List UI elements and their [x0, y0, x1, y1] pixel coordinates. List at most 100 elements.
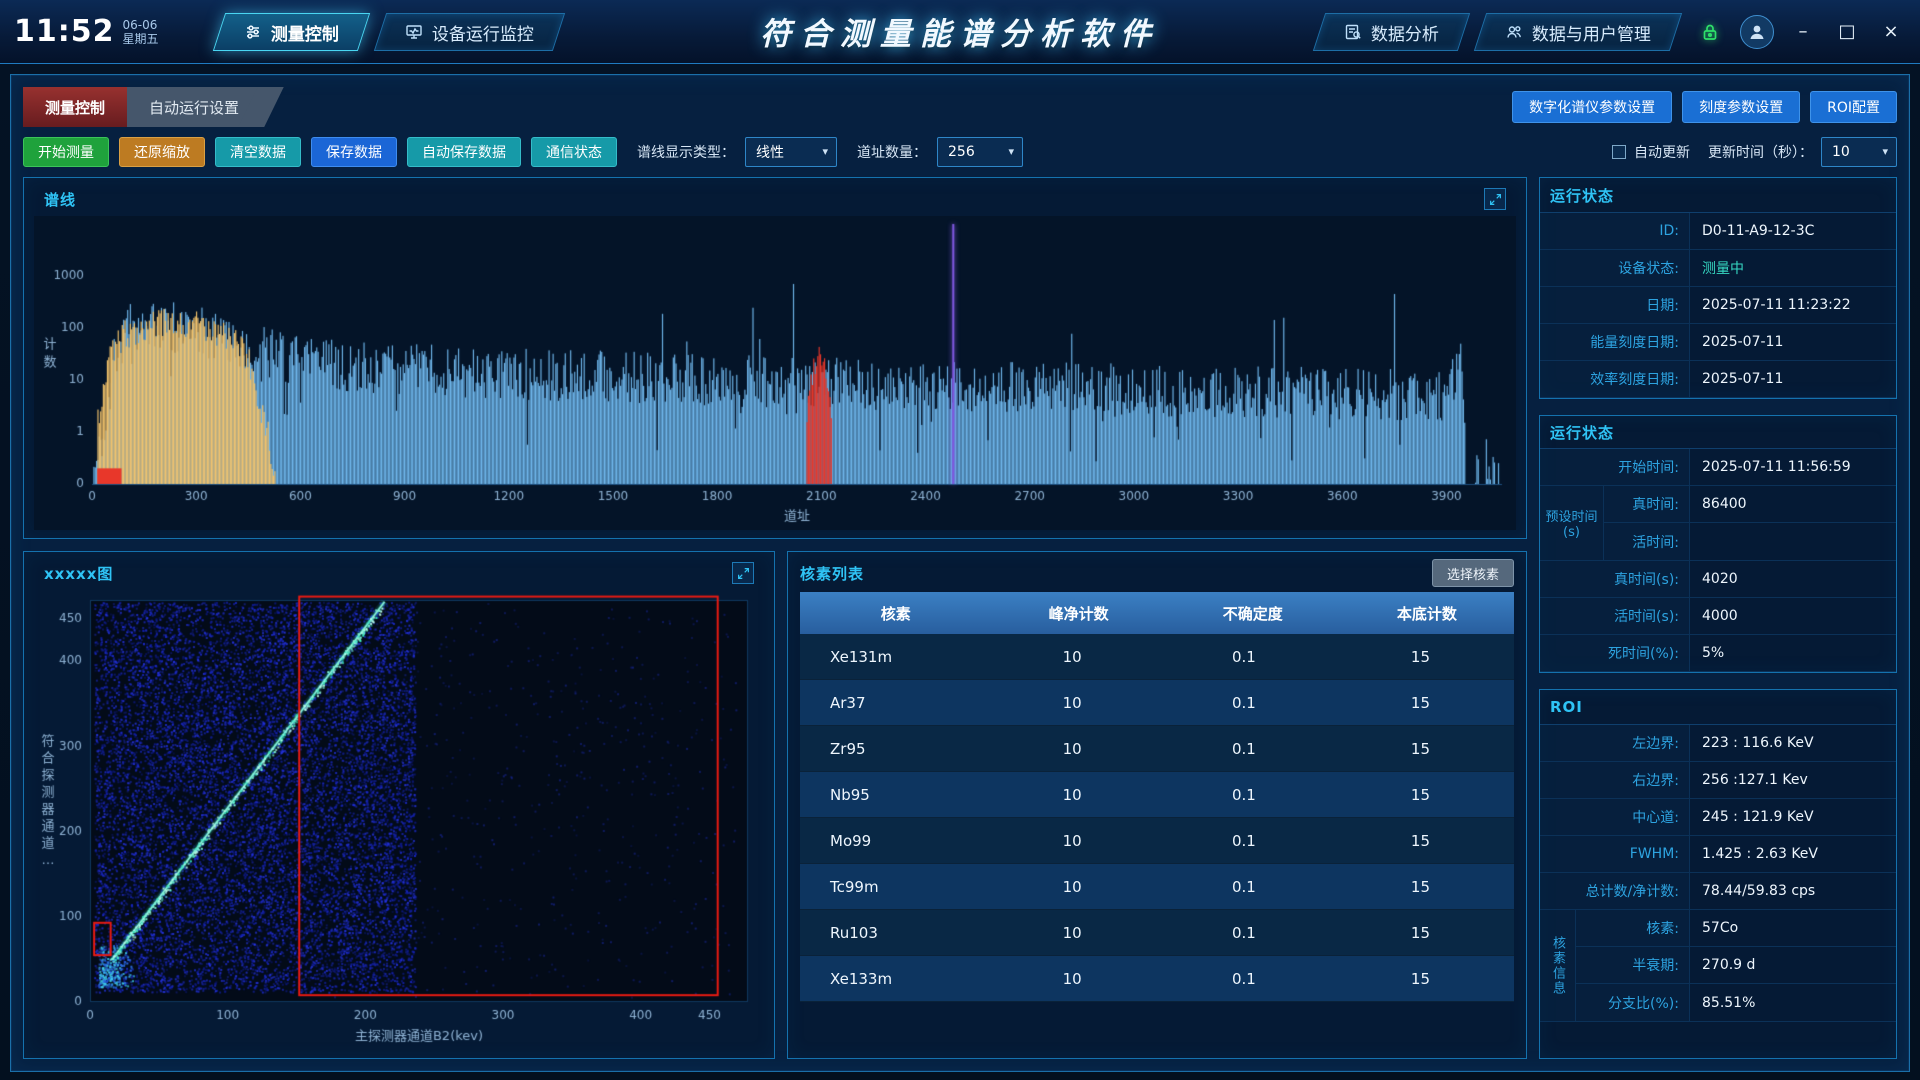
info-row: 活时间(s):4000 [1540, 598, 1896, 635]
nuclide-name: Zr95 [800, 726, 992, 771]
info-value: 85.51% [1690, 984, 1896, 1021]
nav-user-management[interactable]: 数据与用户管理 [1474, 13, 1682, 51]
display-type-label: 谱线显示类型： [637, 142, 735, 162]
coincidence-scatter-chart[interactable] [34, 590, 764, 1050]
info-row: 活时间: [1604, 523, 1896, 560]
info-label: 开始时间: [1540, 449, 1690, 485]
nav-data-analysis[interactable]: 数据分析 [1313, 13, 1470, 51]
auto-update-checkbox[interactable] [1612, 145, 1626, 159]
chevron-down-icon: ▾ [822, 145, 828, 158]
info-label: ID: [1540, 213, 1690, 249]
preset-time-group: 预设时间(s)真时间:86400活时间: [1540, 486, 1896, 561]
comm-status-button[interactable]: 通信状态 [531, 137, 617, 167]
expand-icon [1489, 193, 1502, 206]
nuclide-value: 15 [1340, 864, 1514, 909]
column-header: 不确定度 [1166, 592, 1340, 634]
info-label: 分支比(%): [1576, 984, 1690, 1021]
scatter-expand-button[interactable] [732, 562, 754, 584]
nav-device-monitor[interactable]: 设备运行监控 [373, 13, 564, 51]
roi-config-button[interactable]: ROI配置 [1810, 91, 1897, 123]
nuclide-name: Tc99m [800, 864, 992, 909]
connection-status-button[interactable] [1694, 17, 1726, 47]
nuclide-value: 0.1 [1166, 726, 1340, 771]
nuclide-value: 15 [1340, 956, 1514, 1001]
info-value: 57Co [1690, 910, 1896, 946]
nuclide-row[interactable]: Xe133m100.115 [800, 956, 1514, 1002]
spectrum-expand-button[interactable] [1484, 188, 1506, 210]
device-status-panel: 运行状态 ID:D0-11-A9-12-3C设备状态:测量中日期:2025-07… [1539, 177, 1897, 399]
info-label: 真时间: [1604, 486, 1690, 522]
tab-measure-control[interactable]: 测量控制 [23, 87, 127, 127]
info-value: 1.425 : 2.63 KeV [1690, 836, 1896, 872]
roi-rows: 左边界:223 : 116.6 KeV右边界:256 :127.1 Kev中心道… [1540, 724, 1896, 1022]
info-value: 2025-07-11 11:23:22 [1690, 287, 1896, 323]
chevron-down-icon: ▾ [1882, 145, 1888, 158]
info-label: 效率刻度日期: [1540, 361, 1690, 397]
chevron-down-icon: ▾ [1008, 145, 1014, 158]
nuclide-row[interactable]: Nb95100.115 [800, 772, 1514, 818]
info-label: 左边界: [1540, 725, 1690, 761]
update-interval-select[interactable]: 10 ▾ [1821, 137, 1897, 167]
maximize-button[interactable]: □ [1832, 17, 1862, 47]
nuclide-row[interactable]: Tc99m100.115 [800, 864, 1514, 910]
close-button[interactable]: × [1876, 17, 1906, 47]
info-row: 能量刻度日期:2025-07-11 [1540, 324, 1896, 361]
info-row: 分支比(%):85.51% [1576, 984, 1896, 1021]
nuclide-row[interactable]: Zr95100.115 [800, 726, 1514, 772]
update-interval-label: 更新时间（秒）： [1708, 142, 1813, 162]
channel-count-label: 道址数量： [857, 142, 927, 162]
measure-control-icon [244, 23, 262, 41]
info-label: 日期: [1540, 287, 1690, 323]
select-nuclide-button[interactable]: 选择核素 [1432, 559, 1514, 587]
info-label: 死时间(%): [1540, 635, 1690, 671]
channel-count-select[interactable]: 256 ▾ [937, 137, 1023, 167]
nuclide-value: 10 [992, 726, 1166, 771]
users-icon [1505, 23, 1523, 41]
nuclide-value: 0.1 [1166, 634, 1340, 679]
nuclide-info-group: 核素信息核素:57Co半衰期:270.9 d分支比(%):85.51% [1540, 910, 1896, 1022]
info-row: 真时间(s):4020 [1540, 561, 1896, 598]
calibration-params-button[interactable]: 刻度参数设置 [1682, 91, 1800, 123]
user-avatar-button[interactable] [1740, 15, 1774, 49]
tab-auto-run-settings[interactable]: 自动运行设置 [127, 87, 261, 127]
weekday-display: 星期五 [123, 32, 159, 46]
reset-zoom-button[interactable]: 还原缩放 [119, 137, 205, 167]
info-value: 245 : 121.9 KeV [1690, 799, 1896, 835]
nuclide-value: 15 [1340, 772, 1514, 817]
nuclide-table-body: Xe131m100.115Ar37100.115Zr95100.115Nb951… [800, 634, 1514, 1002]
info-label: 活时间(s): [1540, 598, 1690, 634]
nuclide-row[interactable]: Ru103100.115 [800, 910, 1514, 956]
info-row: ID:D0-11-A9-12-3C [1540, 213, 1896, 250]
nav-measure-control[interactable]: 测量控制 [212, 13, 369, 51]
nuclide-table: 核素峰净计数不确定度本底计数 Xe131m100.115Ar37100.115Z… [800, 592, 1514, 1048]
clear-data-button[interactable]: 清空数据 [215, 137, 301, 167]
minimize-button[interactable]: – [1788, 17, 1818, 47]
toolbar: 开始测量 还原缩放 清空数据 保存数据 自动保存数据 通信状态 谱线显示类型： … [23, 135, 1897, 169]
data-analysis-icon [1344, 23, 1362, 41]
nuclide-row[interactable]: Xe131m100.115 [800, 634, 1514, 680]
nuclide-row[interactable]: Ar37100.115 [800, 680, 1514, 726]
info-label: 真时间(s): [1540, 561, 1690, 597]
info-value: 2025-07-11 [1690, 324, 1896, 360]
auto-save-button[interactable]: 自动保存数据 [407, 137, 521, 167]
info-value: 测量中 [1690, 250, 1896, 286]
app-title: 符合测量能谱分析软件 [760, 8, 1160, 53]
info-label: 能量刻度日期: [1540, 324, 1690, 360]
timing-panel-title: 运行状态 [1550, 422, 1614, 443]
start-measure-button[interactable]: 开始测量 [23, 137, 109, 167]
nuclide-list-panel: 核素列表 选择核素 核素峰净计数不确定度本底计数 Xe131m100.115Ar… [787, 551, 1527, 1059]
info-label: 设备状态: [1540, 250, 1690, 286]
nuclide-row[interactable]: Mo99100.115 [800, 818, 1514, 864]
info-value: 78.44/59.83 cps [1690, 873, 1896, 909]
header: 11:52 06-06 星期五 测量控制 设备运行监控 符合测量能谱分析软件 数 [0, 0, 1920, 64]
info-label: 核素: [1576, 910, 1690, 946]
info-row: 中心道:245 : 121.9 KeV [1540, 799, 1896, 836]
nuclide-value: 10 [992, 956, 1166, 1001]
digitizer-params-button[interactable]: 数字化谱仪参数设置 [1512, 91, 1672, 123]
spectrum-chart[interactable] [34, 216, 1516, 530]
info-label: FWHM: [1540, 836, 1690, 872]
display-type-select[interactable]: 线性 ▾ [745, 137, 837, 167]
info-row: 真时间:86400 [1604, 486, 1896, 523]
save-data-button[interactable]: 保存数据 [311, 137, 397, 167]
nuclide-table-header: 核素峰净计数不确定度本底计数 [800, 592, 1514, 634]
